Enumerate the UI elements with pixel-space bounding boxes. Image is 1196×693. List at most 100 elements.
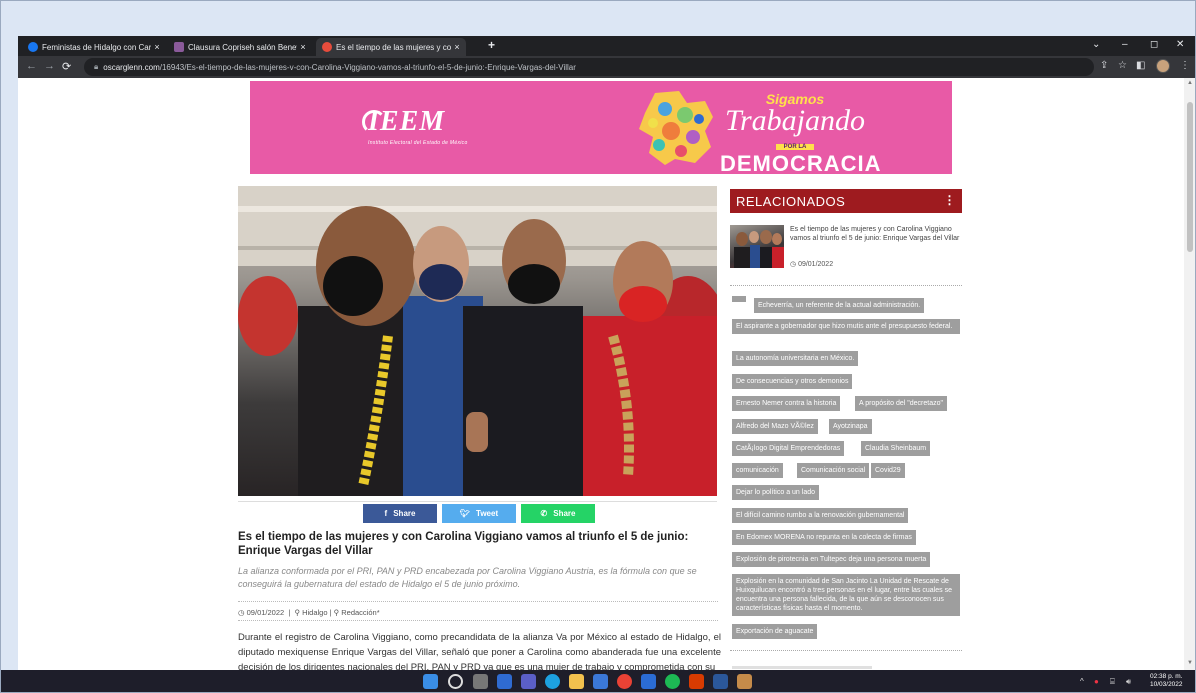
facebook-favicon-icon [28, 42, 38, 52]
scrollbar-thumb[interactable] [1187, 102, 1193, 252]
volume-icon[interactable]: 🔊︎ [1126, 677, 1131, 687]
search-icon[interactable] [448, 674, 463, 689]
facebook-share-button[interactable]: f Share [363, 504, 437, 523]
photos-icon[interactable] [593, 674, 608, 689]
share-icon[interactable]: ⇪ [1100, 60, 1108, 71]
whatsapp-share-label: Share [553, 509, 576, 518]
forward-arrow-icon[interactable]: → [44, 60, 55, 72]
scroll-up-icon[interactable]: ▲ [1187, 80, 1193, 86]
whatsapp-share-button[interactable]: ✆ Share [521, 504, 595, 523]
twitter-tweet-label: Tweet [476, 509, 499, 518]
article-title: Es el tiempo de las mujeres y con Caroli… [238, 531, 689, 557]
tab-clausura[interactable]: Clausura Copriseh salón Benevel × [168, 38, 312, 56]
article-date: 09/01/2022 [246, 608, 285, 617]
tag-item[interactable]: Dejar lo político a un lado [732, 485, 819, 500]
tab-feministas[interactable]: Feministas de Hidalgo con Carol × [22, 38, 166, 56]
related-article-link[interactable]: Es el tiempo de las mujeres y con Caroli… [790, 225, 962, 243]
tag-item[interactable]: Explosión en la comunidad de San Jacinto… [732, 574, 960, 616]
tab-close-icon[interactable]: × [297, 42, 309, 52]
tab-close-icon[interactable]: × [151, 42, 163, 52]
url-host: oscarglenn.com [103, 62, 160, 72]
bookmark-star-icon[interactable]: ☆ [1118, 60, 1127, 71]
ieem-swoosh-icon [362, 110, 386, 134]
ieem-ad-banner[interactable]: IEEM Instituto Electoral del Estado de M… [250, 81, 952, 174]
related-thumbnail[interactable] [730, 225, 784, 268]
facebook-share-label: Share [393, 509, 416, 518]
tag-item[interactable]: CatÃ¡logo Digital Emprendedoras [732, 441, 845, 456]
address-bar[interactable]: 🔒︎ oscarglenn.com /16943/Es-el-tiempo-de… [84, 58, 1094, 76]
tab-search-icon[interactable]: ⌄ [1092, 39, 1100, 50]
article-lead: La alianza conformada por el PRI, PAN y … [238, 566, 697, 589]
tag-item[interactable]: El difícil camino rumbo a la renovación … [732, 508, 909, 523]
vertical-scrollbar[interactable]: ▲ ▼ [1184, 78, 1196, 670]
tray-overflow-icon[interactable]: ^ [1080, 677, 1084, 686]
spotify-icon[interactable] [665, 674, 680, 689]
tag-item[interactable]: El aspirante a gobernador que hizo mutis… [732, 319, 960, 334]
close-window-button[interactable]: ✕ [1176, 39, 1184, 50]
tag-item[interactable]: A propósito del "decretazo" [855, 396, 947, 411]
tab-close-icon[interactable]: × [451, 42, 463, 52]
tag-placeholder [732, 296, 746, 302]
profile-avatar[interactable] [1156, 59, 1170, 73]
side-panel-icon[interactable]: ◧ [1136, 60, 1145, 71]
app-icon[interactable] [737, 674, 752, 689]
article-body: Durante el registro de Carolina Viggiano… [238, 632, 721, 670]
related-date: ◷ 09/01/2022 [790, 260, 833, 268]
browser-tab-strip: Feministas de Hidalgo con Carol × Clausu… [18, 36, 1196, 56]
menu-kebab-icon[interactable]: ⋮ [1180, 60, 1190, 71]
file-explorer-icon[interactable] [569, 674, 584, 689]
tag-item[interactable]: De consecuencias y otros demonios [732, 374, 853, 389]
edge-browser-icon[interactable] [545, 674, 560, 689]
related-header: RELACIONADOS ⋮ [730, 189, 962, 213]
share-bar: f Share 🐦︎ Tweet ✆ Share [238, 501, 717, 523]
widgets-icon[interactable] [497, 674, 512, 689]
loading-favicon-icon [322, 42, 332, 52]
location-pin-icon: ⚲ [333, 608, 340, 617]
web-page: IEEM Instituto Electoral del Estado de M… [18, 78, 1196, 670]
tag-item[interactable]: Exportación de aguacate [732, 624, 818, 639]
article-author-link[interactable]: Redacción* [341, 608, 379, 617]
word-icon[interactable] [713, 674, 728, 689]
reload-icon[interactable]: ⟳ [62, 60, 71, 73]
start-windows-icon[interactable] [423, 674, 438, 689]
task-view-icon[interactable] [473, 674, 488, 689]
chrome-browser-icon[interactable] [617, 674, 632, 689]
minimize-button[interactable]: – [1122, 39, 1128, 50]
related-menu-icon[interactable]: ⋮ [944, 193, 957, 207]
maximize-button[interactable]: ◻ [1150, 39, 1158, 50]
slogan-small: POR LA [775, 144, 815, 150]
tag-item[interactable]: Comunicación social [797, 463, 870, 478]
teams-chat-icon[interactable] [521, 674, 536, 689]
scroll-down-icon[interactable]: ▼ [1187, 660, 1193, 666]
tag-item[interactable]: En Edomex MORENA no repunta en la colect… [732, 530, 916, 545]
office-icon[interactable] [689, 674, 704, 689]
tag-item[interactable]: Explosión de pirotecnia en Tultepec deja… [732, 552, 931, 567]
tag-item[interactable]: Ernesto Nemer contra la historia [732, 396, 841, 411]
article-section-link[interactable]: Hidalgo [302, 608, 327, 617]
related-date-value: 09/01/2022 [798, 261, 834, 268]
tag-item[interactable]: Echeverría, un referente de la actual ad… [754, 298, 925, 313]
tag-item[interactable]: Covid29 [871, 463, 905, 478]
tag-item[interactable]: Ayotzinapa [829, 419, 872, 434]
back-arrow-icon[interactable]: ← [26, 60, 37, 72]
lock-icon: 🔒︎ [94, 62, 99, 71]
mail-icon[interactable] [641, 674, 656, 689]
tag-item[interactable]: Alfredo del Mazo VÃ©lez [732, 419, 818, 434]
tag-item[interactable]: Claudia Sheinbaum [861, 441, 931, 456]
slogan-bottom: DEMOCRACIA [720, 151, 882, 175]
meta-divider [238, 620, 718, 621]
tag-item[interactable]: comunicación [732, 463, 783, 478]
taskbar-clock[interactable]: 02:38 p. m. 10/03/2022 [1150, 673, 1183, 689]
sidebar-divider [730, 285, 962, 286]
tab-title: Clausura Copriseh salón Benevel [188, 42, 297, 52]
clock-icon: ◷ [790, 261, 799, 268]
article-hero-photo [238, 186, 717, 496]
twitter-tweet-button[interactable]: 🐦︎ Tweet [442, 504, 516, 523]
tab-active-article[interactable]: Es el tiempo de las mujeres y con × [316, 38, 466, 56]
network-icon[interactable]: ⌸ [1110, 677, 1115, 687]
related-header-label: RELACIONADOS [736, 193, 846, 209]
tag-item[interactable]: La autonomía universitaria en México. [732, 351, 859, 366]
clock-icon: ◷ [238, 608, 245, 617]
antivirus-tray-icon[interactable]: ● [1094, 677, 1099, 686]
new-tab-button[interactable]: + [488, 38, 495, 52]
